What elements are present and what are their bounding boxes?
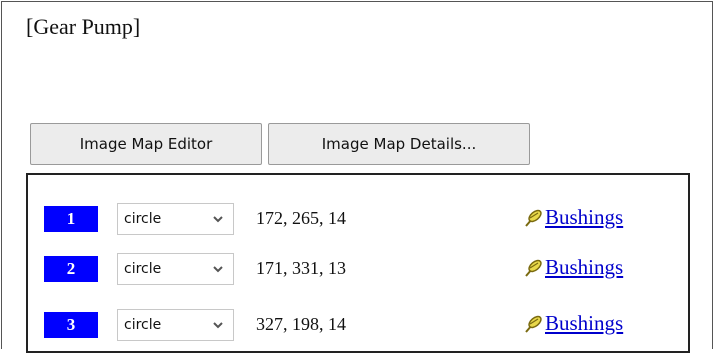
- chevron-down-icon: [213, 266, 223, 273]
- area-link[interactable]: Bushings: [522, 255, 623, 280]
- pin-icon: [525, 209, 542, 227]
- shape-select[interactable]: circle: [117, 203, 234, 235]
- area-row: 1 circle 172, 265, 14 Bushings: [28, 203, 688, 235]
- area-number-badge: 1: [44, 206, 98, 232]
- shape-select-value: circle: [124, 211, 162, 227]
- link-label[interactable]: Bushings: [545, 255, 623, 280]
- link-label[interactable]: Bushings: [545, 205, 623, 230]
- area-link[interactable]: Bushings: [522, 311, 623, 336]
- area-number-badge: 3: [44, 312, 98, 338]
- shape-select[interactable]: circle: [117, 309, 234, 341]
- image-map-details-button[interactable]: Image Map Details...: [268, 123, 530, 165]
- area-row: 3 circle 327, 198, 14 Bushings: [28, 309, 688, 341]
- area-number-badge: 2: [44, 256, 98, 282]
- chevron-down-icon: [213, 322, 223, 329]
- shape-select-value: circle: [124, 317, 162, 333]
- page-title: [Gear Pump]: [26, 14, 141, 39]
- area-coords: 172, 265, 14: [256, 208, 346, 228]
- image-map-editor-button[interactable]: Image Map Editor: [30, 123, 262, 165]
- pin-icon: [525, 315, 542, 333]
- link-label[interactable]: Bushings: [545, 311, 623, 336]
- area-link[interactable]: Bushings: [522, 205, 623, 230]
- area-list-panel: 1 circle 172, 265, 14 Bushings 2 circle …: [26, 173, 690, 353]
- area-row: 2 circle 171, 331, 13 Bushings: [28, 253, 688, 285]
- shape-select-value: circle: [124, 261, 162, 277]
- area-coords: 327, 198, 14: [256, 314, 346, 334]
- area-coords: 171, 331, 13: [256, 258, 346, 278]
- pin-icon: [525, 259, 542, 277]
- chevron-down-icon: [213, 216, 223, 223]
- shape-select[interactable]: circle: [117, 253, 234, 285]
